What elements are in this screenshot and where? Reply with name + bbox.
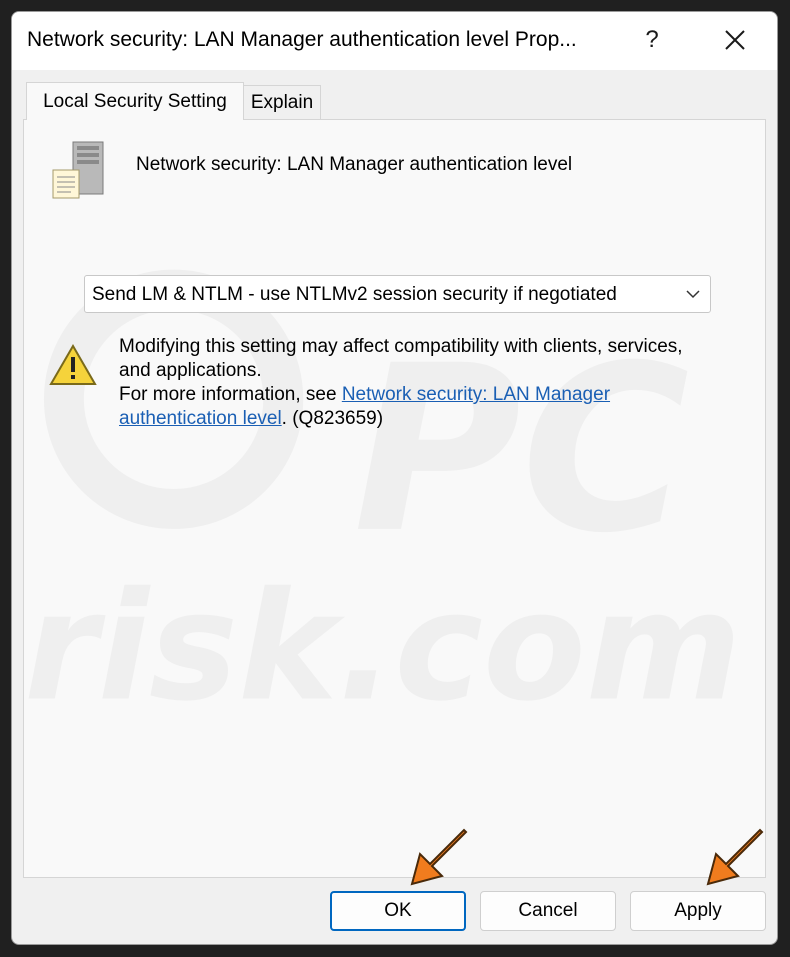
watermark-graphic: risk.com PC [24, 269, 742, 734]
properties-dialog: Network security: LAN Manager authentica… [11, 11, 778, 945]
authentication-level-dropdown[interactable]: Send LM & NTLM - use NTLMv2 session secu… [84, 275, 711, 313]
info-prefix: For more information, see [119, 384, 342, 405]
warning-text: Modifying this setting may affect compat… [119, 336, 683, 381]
window-title: Network security: LAN Manager authentica… [27, 28, 577, 51]
title-bar: Network security: LAN Manager authentica… [12, 12, 777, 70]
tab-explain[interactable]: Explain [243, 85, 321, 120]
arrow-pointer-icon [410, 828, 468, 886]
ok-button[interactable]: OK [330, 891, 466, 931]
server-policy-icon [52, 141, 104, 199]
svg-text:risk.com: risk.com [24, 560, 742, 734]
arrow-pointer-icon [706, 828, 764, 886]
tab-panel: risk.com PC Network security: LAN Manage… [23, 119, 766, 878]
apply-button[interactable]: Apply [630, 891, 766, 931]
close-button[interactable] [715, 22, 755, 58]
kb-reference: . (Q823659) [281, 408, 384, 429]
warning-icon [49, 344, 97, 385]
close-icon [725, 30, 745, 50]
warning-message: Modifying this setting may affect compat… [119, 335, 719, 431]
cancel-button[interactable]: Cancel [480, 891, 616, 931]
policy-name: Network security: LAN Manager authentica… [136, 154, 573, 175]
tab-local-security-setting[interactable]: Local Security Setting [26, 82, 244, 120]
chevron-down-icon [686, 290, 700, 299]
help-button[interactable]: ? [632, 22, 672, 58]
dropdown-selected-value: Send LM & NTLM - use NTLMv2 session secu… [92, 284, 617, 305]
